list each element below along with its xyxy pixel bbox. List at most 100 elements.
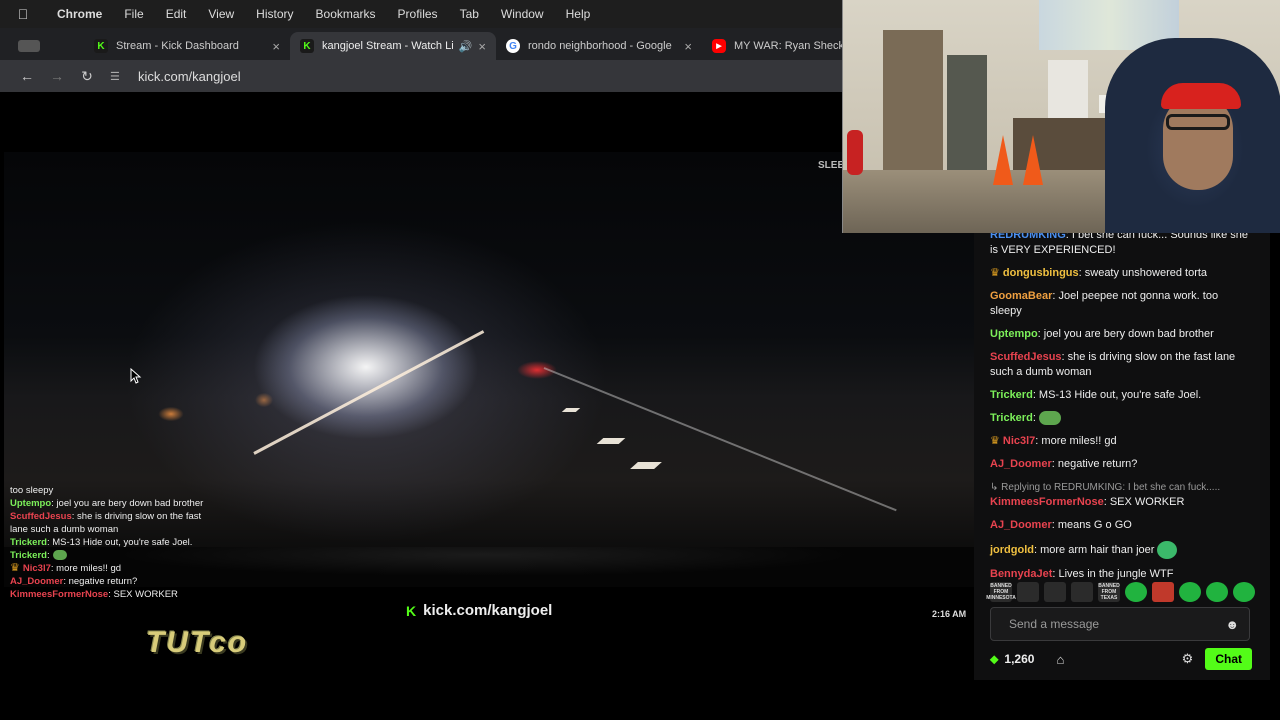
cam-file-cabinet (947, 55, 987, 180)
send-message-input[interactable]: Send a message ☻ (990, 607, 1250, 641)
menu-history[interactable]: History (245, 7, 304, 21)
apple-icon[interactable]:  (0, 6, 46, 22)
chat-message: Uptempo: joel you are bery down bad brot… (990, 328, 1214, 340)
overlay-sleep-label: SLEE (818, 160, 845, 171)
overlay-chat-line: too sleepy (10, 485, 54, 496)
streamer-red-cap (1161, 83, 1241, 109)
gear-icon[interactable]: ⚙ (1182, 651, 1194, 667)
kick-icon: K (94, 39, 108, 53)
send-message-placeholder: Send a message (1009, 617, 1100, 631)
menu-profiles[interactable]: Profiles (387, 7, 449, 21)
overlay-chat: too sleepy Uptempo: joel you are bery do… (10, 484, 220, 601)
banned-minnesota-emote-icon[interactable]: BANNED FROM MINNESOTA (986, 582, 1016, 602)
back-arrow-icon[interactable]: ← (12, 68, 42, 84)
speaker-icon[interactable]: 🔊 (459, 40, 473, 53)
emote-icon[interactable] (1044, 582, 1066, 602)
crown-icon: ♛ (990, 435, 1000, 447)
tab-title: kangjoel Stream - Watch Li (322, 40, 454, 52)
chat-message: ♛ dongusbingus: sweaty unshowered torta (990, 267, 1208, 279)
stream-watermark: K kick.com/kangjoel (406, 602, 553, 619)
channel-points[interactable]: ⬥ 1,260 (990, 652, 1034, 667)
tab-title: Stream - Kick Dashboard (116, 40, 239, 52)
menu-edit[interactable]: Edit (155, 7, 198, 21)
green-emote-icon[interactable] (1179, 582, 1201, 602)
red-emote-icon[interactable] (1152, 582, 1174, 602)
chat-messages: REDRUMKING: I bet she can fuck... Sounds… (990, 228, 1252, 590)
kick-icon: K (300, 39, 314, 53)
chat-message: AJ_Doomer: negative return? (990, 458, 1138, 470)
reply-indicator: ↳ Replying to REDRUMKING: I bet she can … (990, 482, 1221, 493)
menu-help[interactable]: Help (555, 7, 602, 21)
menu-tab[interactable]: Tab (449, 7, 490, 21)
youtube-icon: ▶ (712, 39, 726, 53)
chat-send-button[interactable]: Chat (1205, 648, 1252, 670)
google-icon: G (506, 39, 520, 53)
overlay-chat-line: Trickerd: MS-13 Hide out, you're safe Jo… (10, 537, 193, 548)
close-icon[interactable]: × (272, 39, 280, 54)
traffic-cone (1023, 135, 1043, 185)
tab-title: rondo neighborhood - Google (528, 40, 672, 52)
chat-message: BennydaJet: Lives in the jungle WTF (990, 568, 1174, 580)
close-icon[interactable]: × (684, 39, 692, 54)
chat-message: Trickerd: MS-13 Hide out, you're safe Jo… (990, 389, 1202, 401)
tab-group-pinned[interactable] (8, 32, 84, 60)
video-player[interactable]: SLEE too sleepy Uptempo: joel you are be… (4, 92, 974, 680)
menu-bookmarks[interactable]: Bookmarks (305, 7, 387, 21)
overlay-chat-line: ♛ Nic3l7: more miles!! gd (10, 562, 122, 574)
mouse-cursor-icon (130, 368, 142, 384)
reply-arrow-icon: ↳ (990, 482, 1002, 493)
reload-icon[interactable]: ↻ (72, 68, 102, 85)
close-icon[interactable]: × (478, 39, 486, 54)
frog-emote-icon (52, 550, 67, 561)
overlay-clock: 2:16 AM (932, 609, 967, 619)
webcam-overlay (842, 0, 1280, 233)
chat-message: KimmeesFormerNose: SEX WORKER (990, 496, 1185, 508)
url-text: kick.com/kangjoel (138, 68, 241, 84)
overlay-chat-line: Uptempo: joel you are bery down bad brot… (10, 498, 204, 509)
tab-grid-icon (18, 40, 40, 52)
chat-message: jordgold: more arm hair than joer (990, 541, 1252, 559)
menu-chrome[interactable]: Chrome (46, 7, 113, 21)
fire-extinguisher (847, 130, 863, 175)
points-icon: ⬥ (990, 651, 999, 666)
menu-view[interactable]: View (197, 7, 245, 21)
streamer-glasses (1166, 114, 1230, 130)
brand-logo: TUTco (146, 626, 249, 659)
tab-google-search[interactable]: G rondo neighborhood - Google × (496, 32, 702, 60)
chat-message: ScuffedJesus: she is driving slow on the… (990, 351, 1236, 378)
site-settings-icon[interactable]: ☰ (110, 70, 126, 83)
kick-logo-icon: K (406, 602, 417, 619)
frog-emote-icon (1038, 411, 1061, 426)
quick-emote-bar: BANNED FROM MINNESOTA BANNED FROM TEXAS (986, 582, 1255, 602)
chat-message: AJ_Doomer: means G o GO (990, 519, 1132, 531)
cam-fridge (1048, 60, 1088, 118)
menu-window[interactable]: Window (490, 7, 555, 21)
chat-message: Trickerd: (990, 411, 1252, 426)
forward-arrow-icon[interactable]: → (42, 68, 72, 84)
streamer-face (1163, 95, 1233, 190)
chat-bottom-bar: ⬥ 1,260 ⌂ ⚙ Chat (990, 648, 1252, 670)
chat-message: GoomaBear: Joel peepee not gonna work. t… (990, 290, 1219, 317)
overlay-chat-line: AJ_Doomer: negative return? (10, 576, 138, 587)
overlay-chat-line: ScuffedJesus: she is driving slow on the… (10, 511, 202, 535)
tab-kick-dashboard[interactable]: K Stream - Kick Dashboard × (84, 32, 290, 60)
green-emote-icon[interactable] (1125, 582, 1147, 602)
cam-door (883, 30, 943, 190)
green-emote-icon[interactable] (1233, 582, 1255, 602)
crown-icon: ♛ (990, 267, 1000, 279)
green-face-emote-icon (1157, 541, 1178, 559)
tab-kangjoel-stream[interactable]: K kangjoel Stream - Watch Li 🔊 × (290, 32, 496, 60)
overlay-chat-line: KimmeesFormerNose: SEX WORKER (10, 589, 178, 600)
green-emote-icon[interactable] (1206, 582, 1228, 602)
address-bar[interactable]: ☰ kick.com/kangjoel (110, 69, 241, 84)
menu-file[interactable]: File (113, 7, 154, 21)
banned-texas-emote-icon[interactable]: BANNED FROM TEXAS (1098, 582, 1120, 602)
traffic-cone (993, 135, 1013, 185)
overlay-chat-line: Trickerd: (10, 549, 220, 562)
emote-icon[interactable] (1071, 582, 1093, 602)
emote-icon[interactable] (1017, 582, 1039, 602)
store-icon[interactable]: ⌂ (1056, 652, 1064, 667)
crown-icon: ♛ (10, 562, 20, 574)
chat-message: ♛ Nic3l7: more miles!! gd (990, 435, 1117, 447)
emoji-picker-icon[interactable]: ☻ (1225, 617, 1239, 632)
